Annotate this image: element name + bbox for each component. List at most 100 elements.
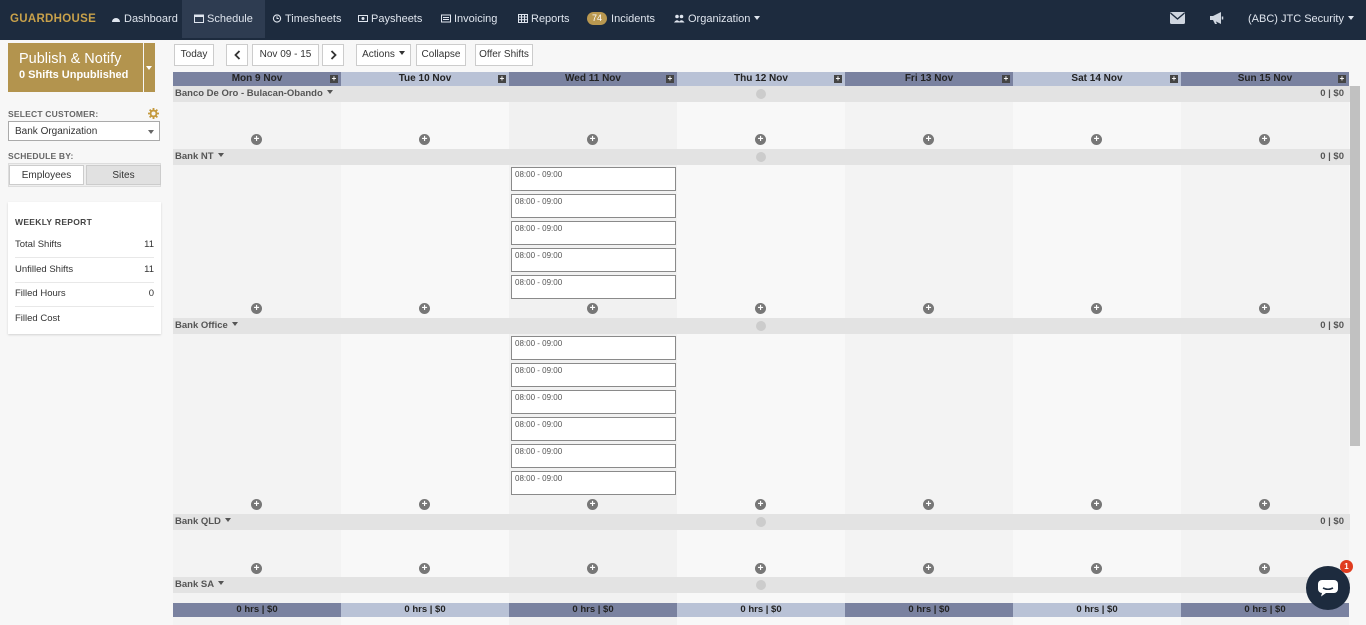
grid-scrollbar[interactable]	[1350, 86, 1360, 446]
add-shift-icon[interactable]: +	[1091, 563, 1102, 574]
add-shift-day-icon[interactable]: +	[1170, 75, 1178, 83]
site-group-header[interactable]: Bank NT 0 | $0	[173, 149, 1350, 165]
add-shift-day-icon[interactable]: +	[1338, 75, 1346, 83]
add-shift-icon[interactable]: +	[251, 563, 262, 574]
add-shift-icon[interactable]: +	[1259, 134, 1270, 145]
add-shift-icon[interactable]: +	[1091, 499, 1102, 510]
shift-card[interactable]: 08:00 - 09:00	[511, 471, 676, 495]
add-shift-icon[interactable]: +	[1259, 499, 1270, 510]
day-header: Tue 10 Nov +	[341, 72, 509, 86]
nav-incidents[interactable]: 74 Incidents	[587, 0, 655, 38]
nav-paysheets[interactable]: Paysheets	[358, 0, 422, 38]
megaphone-icon[interactable]	[1209, 11, 1225, 25]
shift-card[interactable]: 08:00 - 09:00	[511, 248, 676, 272]
shift-card[interactable]: 08:00 - 09:00	[511, 444, 676, 468]
day-header-label: Mon 9 Nov	[231, 73, 283, 84]
schedule-by-sites[interactable]: Sites	[86, 165, 161, 185]
report-row: Total Shifts 11	[15, 233, 154, 258]
add-shift-icon[interactable]: +	[923, 303, 934, 314]
schedule-by-label: SCHEDULE BY:	[8, 151, 74, 161]
group-status-icon	[756, 152, 766, 162]
add-shift-icon[interactable]: +	[755, 134, 766, 145]
add-shift-icon[interactable]: +	[755, 499, 766, 510]
day-header-label: Sun 15 Nov	[1237, 73, 1293, 84]
schedule-by-employees[interactable]: Employees	[9, 165, 84, 185]
add-shift-icon[interactable]: +	[587, 499, 598, 510]
site-group-header[interactable]: Bank QLD 0 | $0	[173, 514, 1350, 530]
shift-card[interactable]: 08:00 - 09:00	[511, 167, 676, 191]
add-shift-icon[interactable]: +	[923, 134, 934, 145]
nav-timesheets[interactable]: Timesheets	[272, 0, 341, 38]
add-shift-day-icon[interactable]: +	[1002, 75, 1010, 83]
chevron-down-icon	[217, 153, 224, 157]
account-menu[interactable]: (ABC) JTC Security	[1248, 0, 1354, 38]
site-group-header[interactable]: Bank SA	[173, 577, 1350, 593]
day-total: 0 hrs | $0	[677, 603, 845, 617]
mail-icon[interactable]	[1170, 12, 1185, 24]
add-shift-icon[interactable]: +	[251, 134, 262, 145]
customer-select[interactable]: Bank Organization	[8, 121, 160, 141]
today-button[interactable]: Today	[174, 44, 214, 66]
add-shift-icon[interactable]: +	[923, 563, 934, 574]
shift-card[interactable]: 08:00 - 09:00	[511, 194, 676, 218]
add-shift-icon[interactable]: +	[923, 499, 934, 510]
nav-timesheets-label: Timesheets	[285, 13, 342, 25]
day-total: 0 hrs | $0	[341, 603, 509, 617]
nav-reports[interactable]: Reports	[518, 0, 570, 38]
day-column	[845, 86, 1013, 625]
nav-invoicing[interactable]: Invoicing	[441, 0, 497, 38]
add-shift-day-icon[interactable]: +	[834, 75, 842, 83]
nav-dashboard[interactable]: Dashboard	[111, 0, 178, 38]
site-group-header[interactable]: Bank Office 0 | $0	[173, 318, 1350, 334]
add-shift-icon[interactable]: +	[587, 563, 598, 574]
add-shift-icon[interactable]: +	[251, 303, 262, 314]
add-shift-icon[interactable]: +	[1259, 563, 1270, 574]
site-group-header[interactable]: Banco De Oro - Bulacan-Obando 0 | $0	[173, 86, 1350, 102]
gear-icon[interactable]	[148, 108, 159, 119]
add-shift-icon[interactable]: +	[419, 134, 430, 145]
offer-shifts-button[interactable]: Offer Shifts	[475, 44, 533, 66]
chevron-down-icon	[224, 518, 231, 522]
add-shift-icon[interactable]: +	[755, 303, 766, 314]
next-week-button[interactable]	[322, 44, 344, 66]
add-shift-day-icon[interactable]: +	[666, 75, 674, 83]
add-shift-day-icon[interactable]: +	[498, 75, 506, 83]
add-shift-icon[interactable]: +	[251, 499, 262, 510]
add-shift-day-icon[interactable]: +	[330, 75, 338, 83]
add-shift-icon[interactable]: +	[1091, 134, 1102, 145]
add-shift-icon[interactable]: +	[1259, 303, 1270, 314]
calendar-icon	[194, 14, 204, 23]
day-header-label: Wed 11 Nov	[565, 73, 621, 84]
chat-notification-badge: 1	[1340, 560, 1353, 573]
add-shift-icon[interactable]: +	[419, 303, 430, 314]
day-header: Wed 11 Nov +	[509, 72, 677, 86]
date-range-display[interactable]: Nov 09 - 15	[252, 44, 319, 66]
nav-organization[interactable]: Organization	[674, 0, 761, 38]
chevron-down-icon	[231, 322, 238, 326]
add-shift-icon[interactable]: +	[419, 563, 430, 574]
prev-week-button[interactable]	[226, 44, 248, 66]
nav-schedule[interactable]: Schedule	[182, 0, 265, 38]
add-shift-icon[interactable]: +	[419, 499, 430, 510]
chevron-left-icon	[233, 50, 240, 60]
shift-card[interactable]: 08:00 - 09:00	[511, 363, 676, 387]
shift-card[interactable]: 08:00 - 09:00	[511, 336, 676, 360]
add-shift-icon[interactable]: +	[587, 303, 598, 314]
actions-dropdown[interactable]: Actions	[356, 44, 411, 66]
shift-card[interactable]: 08:00 - 09:00	[511, 221, 676, 245]
publish-dropdown-button[interactable]	[144, 43, 155, 92]
brand-logo[interactable]: GUARDHOUSE	[10, 13, 96, 25]
clock-icon	[272, 14, 282, 23]
collapse-button[interactable]: Collapse	[416, 44, 466, 66]
shift-card[interactable]: 08:00 - 09:00	[511, 275, 676, 299]
shift-card[interactable]: 08:00 - 09:00	[511, 390, 676, 414]
add-shift-icon[interactable]: +	[1091, 303, 1102, 314]
day-total: 0 hrs | $0	[509, 603, 677, 617]
group-status-icon	[756, 517, 766, 527]
add-shift-icon[interactable]: +	[587, 134, 598, 145]
add-shift-icon[interactable]: +	[755, 563, 766, 574]
chat-launcher-button[interactable]: 1	[1306, 560, 1353, 610]
site-summary: 0 | $0	[1320, 516, 1344, 527]
shift-card[interactable]: 08:00 - 09:00	[511, 417, 676, 441]
publish-notify-button[interactable]: Publish & Notify 0 Shifts Unpublished	[8, 43, 143, 92]
